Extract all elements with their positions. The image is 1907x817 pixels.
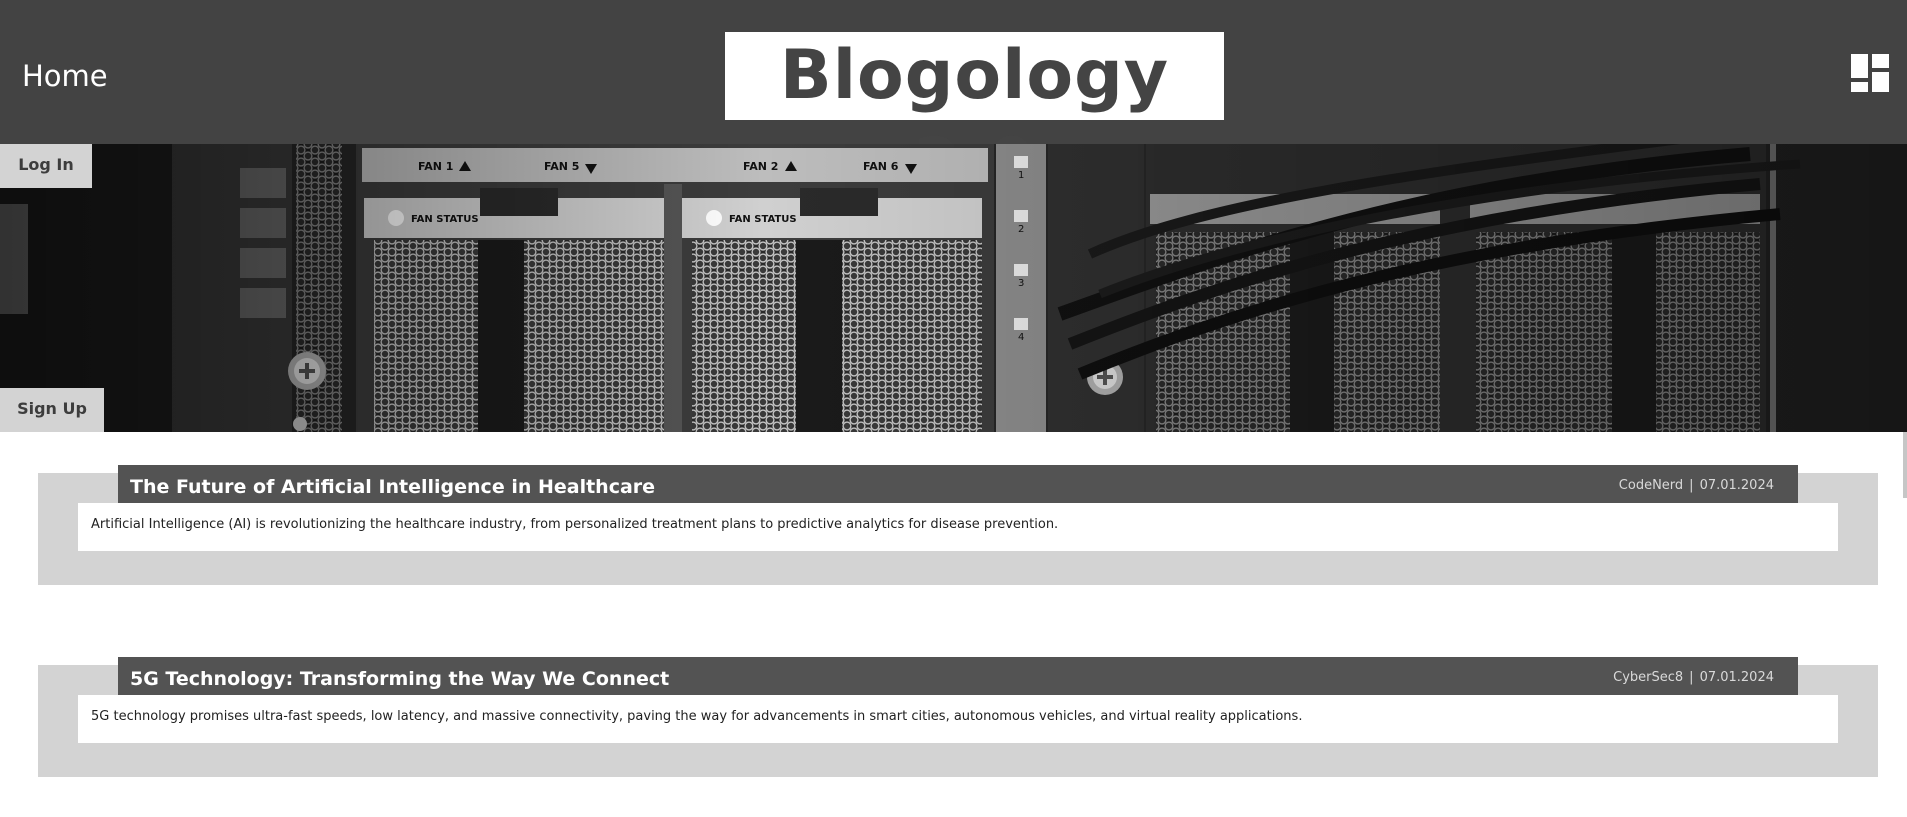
meta-separator: |: [1689, 670, 1694, 685]
server-fans-photo: FAN 1 FAN 5 FAN 2 FAN 6 FAN STATUS FAN S…: [0, 144, 1907, 432]
post-meta: CodeNerd | 07.01.2024: [1619, 477, 1774, 495]
post-meta: CyberSec8 | 07.01.2024: [1613, 669, 1774, 687]
post-date: 07.01.2024: [1699, 670, 1774, 685]
meta-separator: |: [1689, 478, 1694, 493]
post-author: CodeNerd: [1618, 478, 1684, 493]
post-excerpt: 5G technology promises ultra-fast speeds…: [78, 695, 1838, 743]
post-card: The Future of Artificial Intelligence in…: [38, 465, 1878, 585]
login-button[interactable]: Log In: [0, 144, 92, 188]
post-header: 5G Technology: Transforming the Way We C…: [118, 657, 1798, 695]
post-author: CyberSec8: [1613, 670, 1684, 685]
post-excerpt: Artificial Intelligence (AI) is revoluti…: [78, 503, 1838, 551]
site-title: Blogology 2.0: [725, 32, 1224, 203]
post-title[interactable]: 5G Technology: Transforming the Way We C…: [130, 666, 669, 692]
site-header: Home Blogology 2.0: [0, 0, 1907, 203]
post-title[interactable]: The Future of Artificial Intelligence in…: [130, 474, 655, 500]
home-link[interactable]: Home: [22, 56, 108, 96]
post-header: The Future of Artificial Intelligence in…: [118, 465, 1798, 503]
grid-menu-icon[interactable]: [1851, 54, 1889, 92]
post-date: 07.01.2024: [1699, 478, 1774, 493]
signup-button[interactable]: Sign Up: [0, 388, 104, 432]
post-card: 5G Technology: Transforming the Way We C…: [38, 657, 1878, 777]
scrollbar-thumb[interactable]: [1903, 432, 1907, 498]
hero-banner: FAN 1 FAN 5 FAN 2 FAN 6 FAN STATUS FAN S…: [0, 144, 1907, 432]
